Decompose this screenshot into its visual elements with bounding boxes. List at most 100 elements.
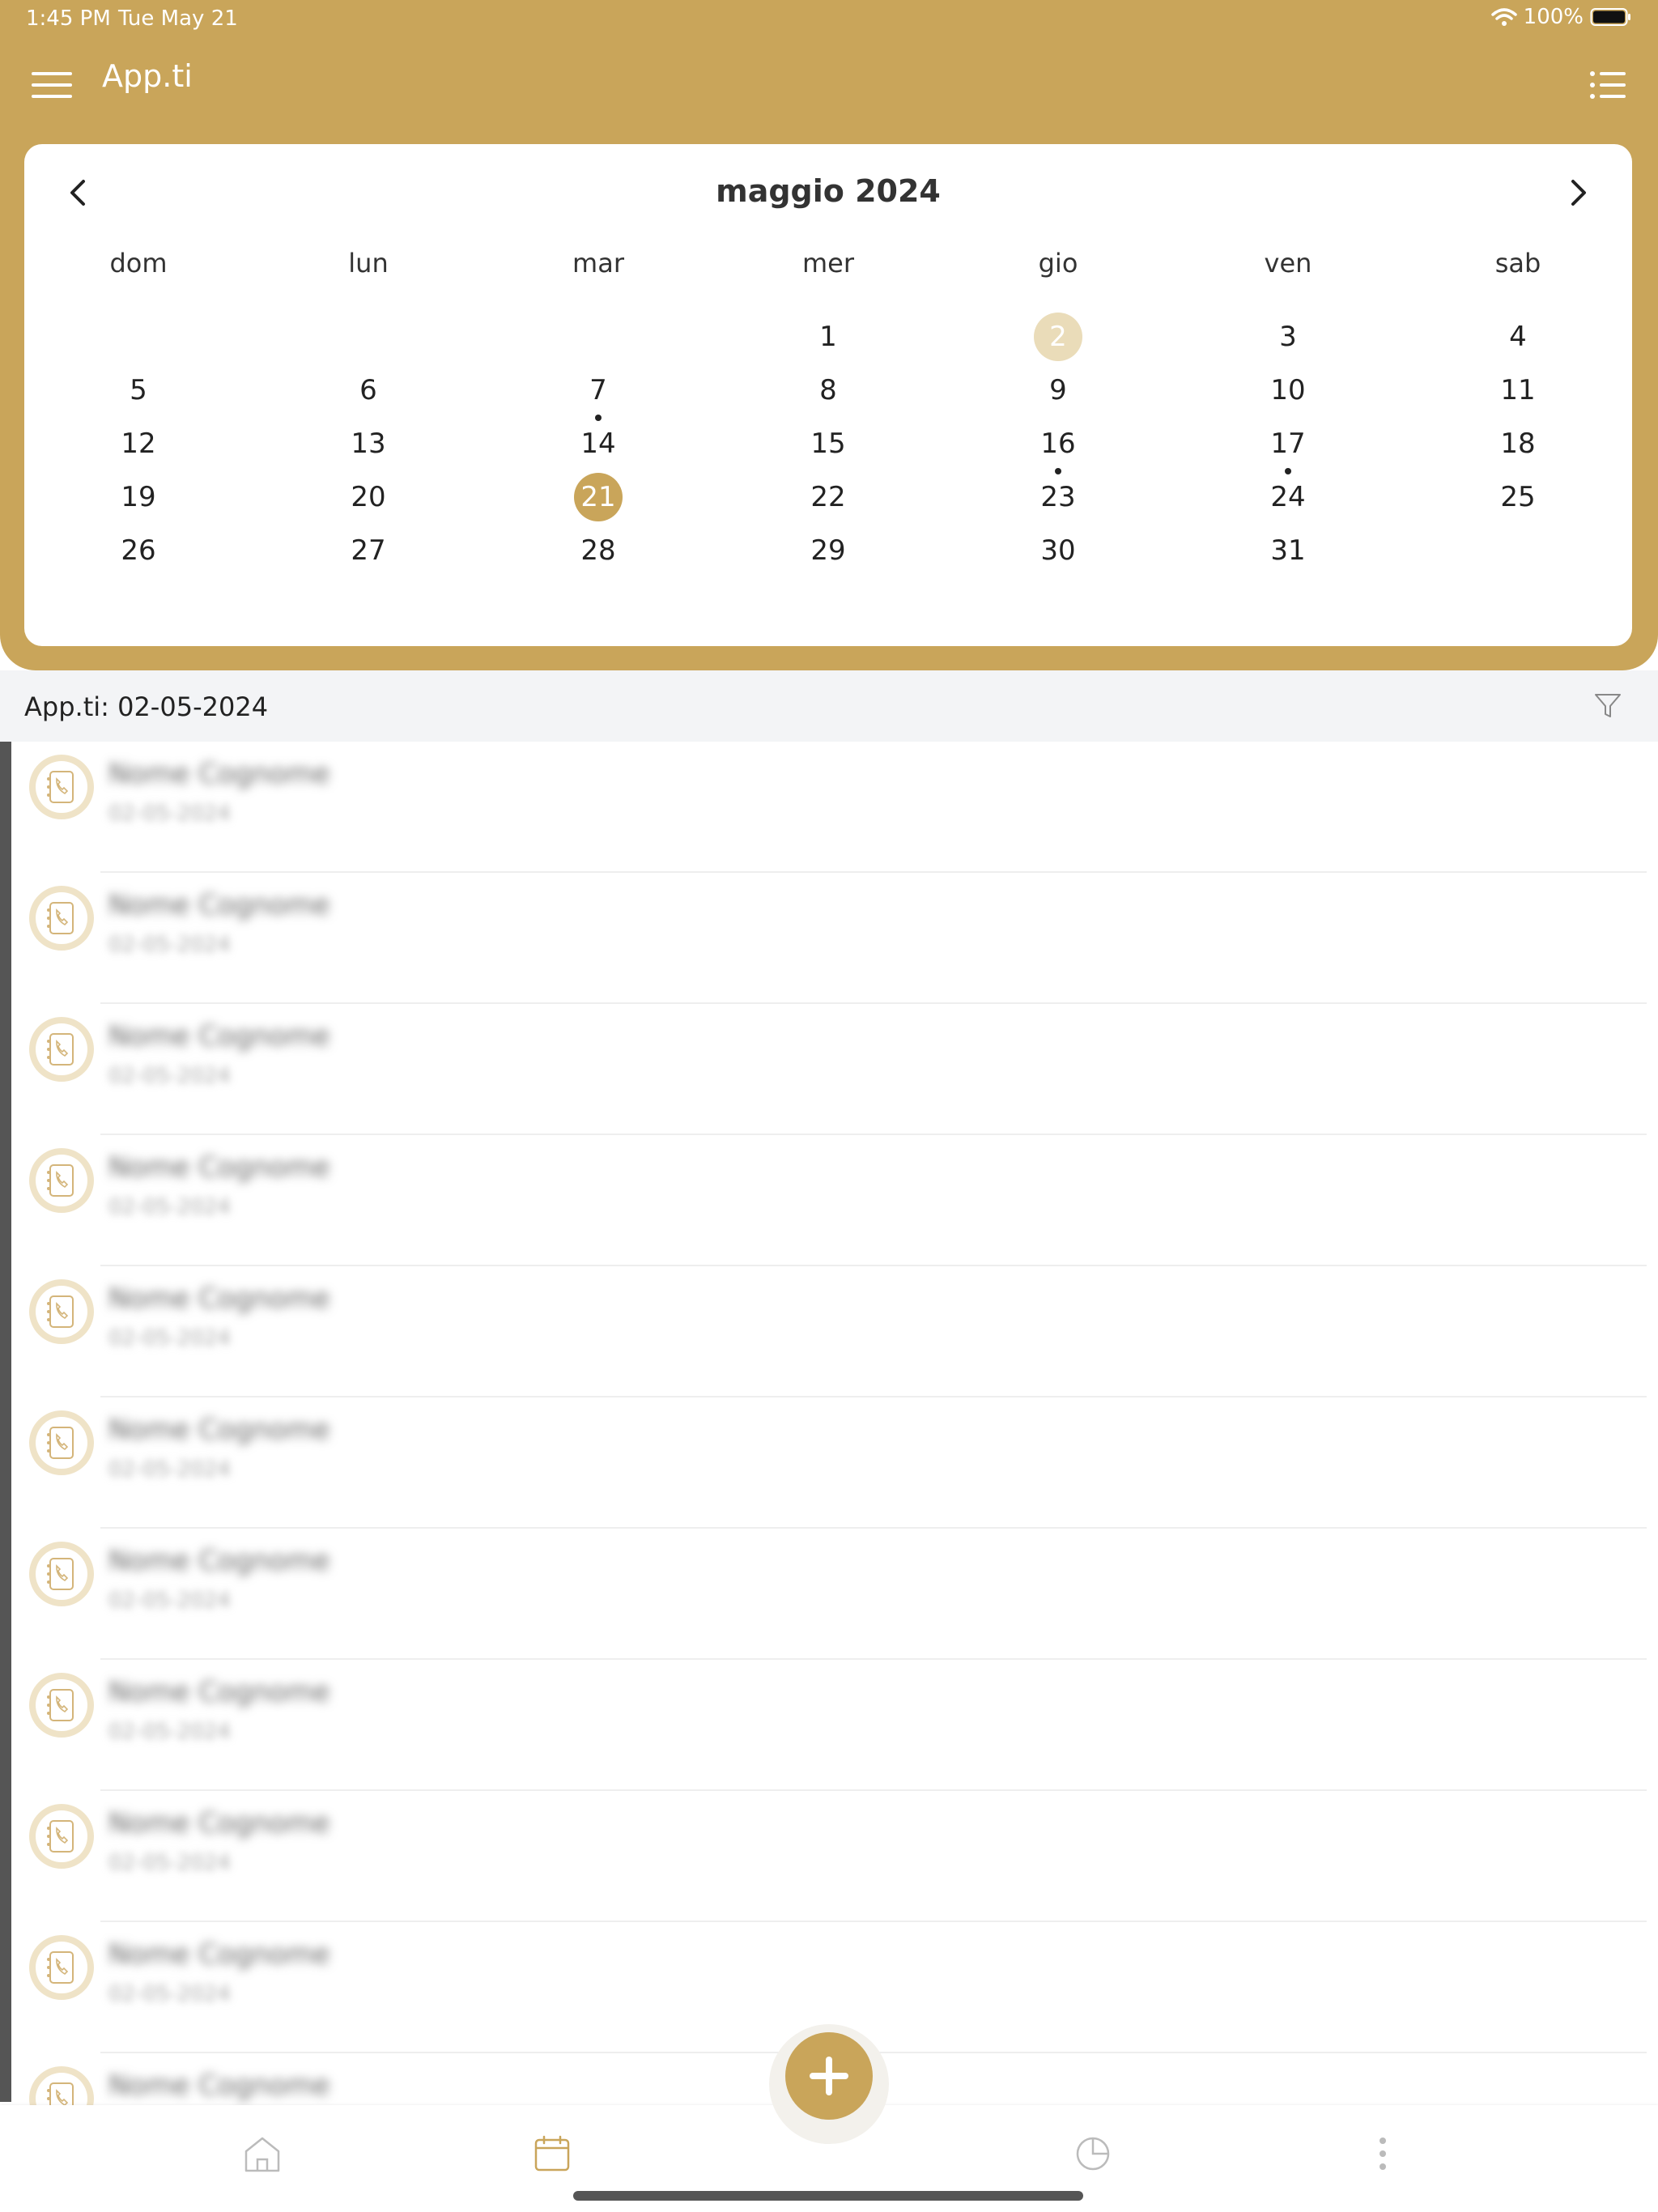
calendar-day-25[interactable]: 25: [1494, 473, 1542, 521]
appointments-date-label: App.ti: 02-05-2024: [24, 691, 269, 722]
home-indicator: [573, 2191, 1083, 2201]
calendar-day-2[interactable]: 2: [1034, 313, 1082, 361]
calendar-day-5[interactable]: 5: [114, 366, 163, 415]
avatar: [29, 1542, 94, 1606]
appointments-header: App.ti: 02-05-2024: [0, 670, 1658, 742]
list-view-button[interactable]: [1587, 62, 1629, 108]
calendar-day-17[interactable]: 17: [1264, 419, 1312, 474]
app-bar: App.ti: [0, 45, 1658, 126]
nav-home[interactable]: [238, 2129, 287, 2178]
phone-book-icon: [36, 1810, 87, 1862]
calendar-day-6[interactable]: 6: [344, 366, 393, 415]
appointment-name: Nome Cognome: [108, 1676, 330, 1708]
list-item[interactable]: Nome Cognome 02-05-2024: [11, 873, 1647, 1004]
status-bar: 1:45 PM Tue May 21 100%: [0, 0, 1658, 39]
calendar-day-16[interactable]: 16: [1034, 419, 1082, 474]
battery-icon: [1590, 7, 1632, 27]
appointment-name: Nome Cognome: [108, 1283, 330, 1315]
plus-icon: [810, 2057, 848, 2095]
calendar-day-26[interactable]: 26: [114, 526, 163, 575]
appointment-subtitle: 02-05-2024: [108, 1720, 232, 1744]
calendar-day-28[interactable]: 28: [574, 526, 623, 575]
calendar-day-14[interactable]: 14: [574, 419, 623, 468]
calendar-day-24[interactable]: 24: [1264, 473, 1312, 521]
list-item[interactable]: Nome Cognome 02-05-2024: [11, 1660, 1647, 1791]
appointment-subtitle: 02-05-2024: [108, 1326, 232, 1351]
calendar-day-9[interactable]: 9: [1034, 366, 1082, 415]
appointment-name: Nome Cognome: [108, 2069, 330, 2102]
more-vertical-icon: [1380, 2138, 1386, 2170]
add-appointment-button[interactable]: [785, 2032, 873, 2120]
avatar: [29, 1673, 94, 1738]
appointment-subtitle: 02-05-2024: [108, 933, 232, 957]
list-item[interactable]: Nome Cognome 02-05-2024: [11, 1266, 1647, 1397]
calendar-day-31[interactable]: 31: [1264, 526, 1312, 575]
list-view-icon: [1590, 71, 1626, 99]
appointment-name: Nome Cognome: [108, 889, 330, 921]
phone-book-icon: [36, 761, 87, 813]
avatar: [29, 1804, 94, 1869]
calendar-day-11[interactable]: 11: [1494, 366, 1542, 415]
status-time: 1:45 PM: [26, 6, 111, 31]
appointment-name: Nome Cognome: [108, 758, 330, 790]
list-item[interactable]: Nome Cognome 02-05-2024: [11, 742, 1647, 873]
hamburger-menu-icon: [32, 72, 72, 98]
phone-book-icon: [36, 1548, 87, 1600]
avatar: [29, 1017, 94, 1082]
nav-calendar[interactable]: [528, 2129, 576, 2178]
calendar-day-13[interactable]: 13: [344, 419, 393, 468]
phone-book-icon: [36, 1155, 87, 1206]
appointment-subtitle: 02-05-2024: [108, 1064, 232, 1088]
appointment-list[interactable]: Nome Cognome 02-05-2024 Nome Cognome 02-05-…: [11, 742, 1658, 2184]
status-date: Tue May 21: [118, 6, 238, 31]
nav-stats[interactable]: [1069, 2129, 1117, 2178]
pie-chart-icon: [1076, 2137, 1110, 2171]
list-item[interactable]: Nome Cognome 02-05-2024: [11, 1529, 1647, 1660]
calendar-day-12[interactable]: 12: [114, 419, 163, 468]
calendar-card: maggio 2024 dom lun mar mer gio ven sab 123456…: [24, 144, 1632, 646]
avatar: [29, 1279, 94, 1344]
avatar: [29, 755, 94, 819]
appointment-subtitle: 02-05-2024: [108, 1982, 232, 2006]
calendar-day-22[interactable]: 22: [804, 473, 852, 521]
calendar-day-8[interactable]: 8: [804, 366, 852, 415]
avatar: [29, 1410, 94, 1475]
phone-book-icon: [36, 1023, 87, 1075]
calendar-icon: [534, 2135, 570, 2172]
home-icon: [244, 2137, 280, 2172]
calendar-day-15[interactable]: 15: [804, 419, 852, 468]
calendar-day-1[interactable]: 1: [804, 313, 852, 361]
calendar-day-18[interactable]: 18: [1494, 419, 1542, 468]
calendar-day-29[interactable]: 29: [804, 526, 852, 575]
filter-button[interactable]: [1590, 688, 1626, 724]
calendar-day-7[interactable]: 7: [574, 366, 623, 421]
avatar: [29, 1148, 94, 1213]
phone-book-icon: [36, 1942, 87, 1993]
battery-percent: 100%: [1523, 5, 1584, 29]
calendar-grid: 1 2 3 4 5 6 7 8 9 10 11 12 13 14 15 16 17 18 19 20 21 22 23 24 2…: [24, 144, 1632, 646]
wifi-icon: [1490, 7, 1517, 27]
menu-button[interactable]: [31, 62, 73, 108]
list-item[interactable]: Nome Cognome 02-05-2024: [11, 1135, 1647, 1266]
calendar-day-23[interactable]: 23: [1034, 473, 1082, 521]
filter-icon: [1595, 694, 1621, 717]
calendar-day-10[interactable]: 10: [1264, 366, 1312, 415]
calendar-day-30[interactable]: 30: [1034, 526, 1082, 575]
appointment-name: Nome Cognome: [108, 1020, 330, 1053]
phone-book-icon: [36, 1679, 87, 1731]
calendar-day-27[interactable]: 27: [344, 526, 393, 575]
calendar-day-3[interactable]: 3: [1264, 313, 1312, 361]
list-item[interactable]: Nome Cognome 02-05-2024: [11, 1791, 1647, 1922]
status-right: 100%: [1490, 5, 1632, 29]
appointment-subtitle: 02-05-2024: [108, 1195, 232, 1219]
list-item[interactable]: Nome Cognome 02-05-2024: [11, 1004, 1647, 1135]
calendar-day-20[interactable]: 20: [344, 473, 393, 521]
calendar-day-4[interactable]: 4: [1494, 313, 1542, 361]
appointment-name: Nome Cognome: [108, 1414, 330, 1446]
calendar-day-19[interactable]: 19: [114, 473, 163, 521]
list-item[interactable]: Nome Cognome 02-05-2024: [11, 1397, 1647, 1529]
appointment-name: Nome Cognome: [108, 1807, 330, 1840]
calendar-day-21[interactable]: 21: [574, 473, 623, 521]
app-title: App.ti: [102, 58, 193, 94]
nav-more[interactable]: [1358, 2129, 1407, 2178]
